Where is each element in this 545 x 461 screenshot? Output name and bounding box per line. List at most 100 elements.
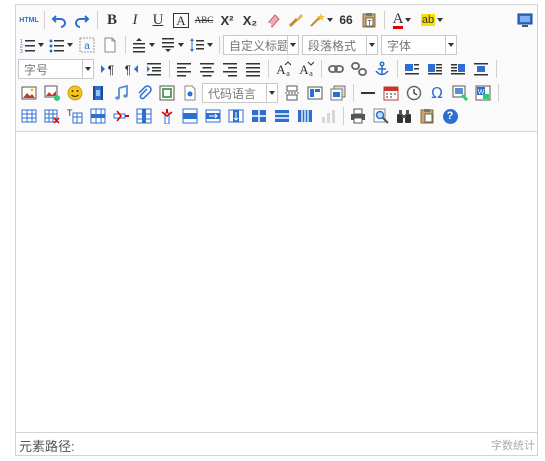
justify-full-button[interactable] (242, 58, 264, 80)
unordered-list-button[interactable] (47, 34, 75, 56)
image-center-button[interactable] (470, 58, 492, 80)
undo-button[interactable] (48, 9, 70, 31)
snapscreen-button[interactable] (449, 82, 471, 104)
insert-col-button[interactable] (133, 105, 155, 127)
bold-button[interactable]: B (101, 9, 123, 31)
chevron-down-icon (437, 18, 444, 22)
insert-paragraph-before-table-button[interactable]: T (64, 105, 86, 127)
print-button[interactable] (347, 105, 369, 127)
justify-left-button[interactable] (173, 58, 195, 80)
merge-down-icon (228, 109, 244, 123)
row-spacing-top-button[interactable] (129, 34, 157, 56)
printer-icon (351, 108, 365, 124)
format-painter-button[interactable] (285, 9, 307, 31)
merge-down-button[interactable] (225, 105, 247, 127)
indent-button[interactable] (143, 58, 165, 80)
subscript-button[interactable]: X₂ (239, 9, 261, 31)
link-button[interactable] (325, 58, 347, 80)
paragraph-select[interactable]: 段落格式 (302, 35, 378, 55)
charts-button[interactable] (317, 105, 339, 127)
split-to-rows-button[interactable] (271, 105, 293, 127)
insert-frame-button[interactable] (156, 82, 178, 104)
image-left-button[interactable] (424, 58, 446, 80)
insert-row-button[interactable] (87, 105, 109, 127)
horizontal-rule-button[interactable] (357, 82, 379, 104)
blockquote-button[interactable]: 66 (335, 9, 357, 31)
redo-button[interactable] (71, 9, 93, 31)
help-button[interactable]: ? (439, 105, 461, 127)
anchor-button[interactable] (371, 58, 393, 80)
justify-center-button[interactable] (196, 58, 218, 80)
delete-row-button[interactable] (110, 105, 132, 127)
align-justify-icon (246, 63, 260, 77)
insert-time-button[interactable] (403, 82, 425, 104)
italic-button[interactable]: I (124, 9, 146, 31)
to-uppercase-button[interactable]: Aa (272, 58, 294, 80)
merge-cells-button[interactable] (179, 105, 201, 127)
page-break-button[interactable] (281, 82, 303, 104)
highlight-color-button[interactable]: ab (417, 9, 447, 31)
justify-right-button[interactable] (219, 58, 241, 80)
font-border-button[interactable]: A (170, 9, 192, 31)
underline-button[interactable]: U (147, 9, 169, 31)
image-none-button[interactable] (401, 58, 423, 80)
insert-image-button[interactable] (18, 82, 40, 104)
delete-column-icon (161, 109, 173, 124)
ordered-list-button[interactable]: 123 (18, 34, 46, 56)
drafts-button[interactable] (416, 105, 438, 127)
direction-ltr-button[interactable]: ¶ (97, 58, 119, 80)
search-replace-button[interactable] (393, 105, 415, 127)
svg-text:A: A (276, 62, 286, 77)
custom-style-select[interactable]: 自定义标题 (223, 35, 299, 55)
strikethrough-button[interactable]: ABC (193, 9, 215, 31)
eraser-button[interactable] (262, 9, 284, 31)
source-html-button[interactable]: HTML (18, 9, 40, 31)
insert-code-button[interactable] (179, 82, 201, 104)
font-family-select[interactable]: 字体 (381, 35, 457, 55)
split-to-cols-button[interactable] (294, 105, 316, 127)
to-lowercase-button[interactable]: Aa (295, 58, 317, 80)
insert-table-button[interactable] (18, 105, 40, 127)
custom-style-label: 自定义标题 (229, 38, 287, 53)
special-chars-button[interactable]: Ω (426, 82, 448, 104)
row-spacing-bottom-button[interactable] (158, 34, 186, 56)
auto-typeset-button[interactable] (308, 9, 334, 31)
preview-doc-button[interactable] (370, 105, 392, 127)
emotion-button[interactable] (64, 82, 86, 104)
merge-right-icon (205, 109, 221, 123)
delete-col-button[interactable] (156, 105, 178, 127)
monitor-icon (517, 13, 533, 27)
multi-image-button[interactable] (41, 82, 63, 104)
svg-text:a: a (84, 41, 90, 52)
superscript-button[interactable]: X² (216, 9, 238, 31)
word-image-button[interactable]: W (472, 82, 494, 104)
delete-table-button[interactable] (41, 105, 63, 127)
font-color-button[interactable]: A (388, 9, 416, 31)
merge-right-button[interactable] (202, 105, 224, 127)
insert-video-button[interactable] (87, 82, 109, 104)
code-language-select[interactable]: 代码语言 (202, 83, 278, 103)
paste-plain-button[interactable]: T (358, 9, 380, 31)
select-all-button[interactable]: a (76, 34, 98, 56)
chevron-down-icon (38, 43, 44, 47)
insert-date-button[interactable] (380, 82, 402, 104)
attachment-button[interactable] (133, 82, 155, 104)
highlight-icon: ab (420, 14, 436, 26)
underline-icon: U (152, 11, 164, 28)
unlink-button[interactable] (348, 58, 370, 80)
split-to-cells-button[interactable] (248, 105, 270, 127)
template-button[interactable] (304, 82, 326, 104)
music-button[interactable] (110, 82, 132, 104)
image-right-button[interactable] (447, 58, 469, 80)
editor-content-area[interactable] (16, 132, 537, 433)
svg-text:T: T (367, 20, 372, 27)
split-columns-icon (298, 110, 312, 122)
direction-rtl-button[interactable]: ¶ (120, 58, 142, 80)
line-height-button[interactable] (187, 34, 215, 56)
preview-button[interactable] (514, 9, 536, 31)
clear-doc-button[interactable] (99, 34, 121, 56)
background-button[interactable] (327, 82, 349, 104)
link-icon (328, 65, 344, 73)
font-size-select[interactable]: 字号 (18, 59, 94, 79)
ordered-list-icon: 123 (20, 39, 35, 53)
